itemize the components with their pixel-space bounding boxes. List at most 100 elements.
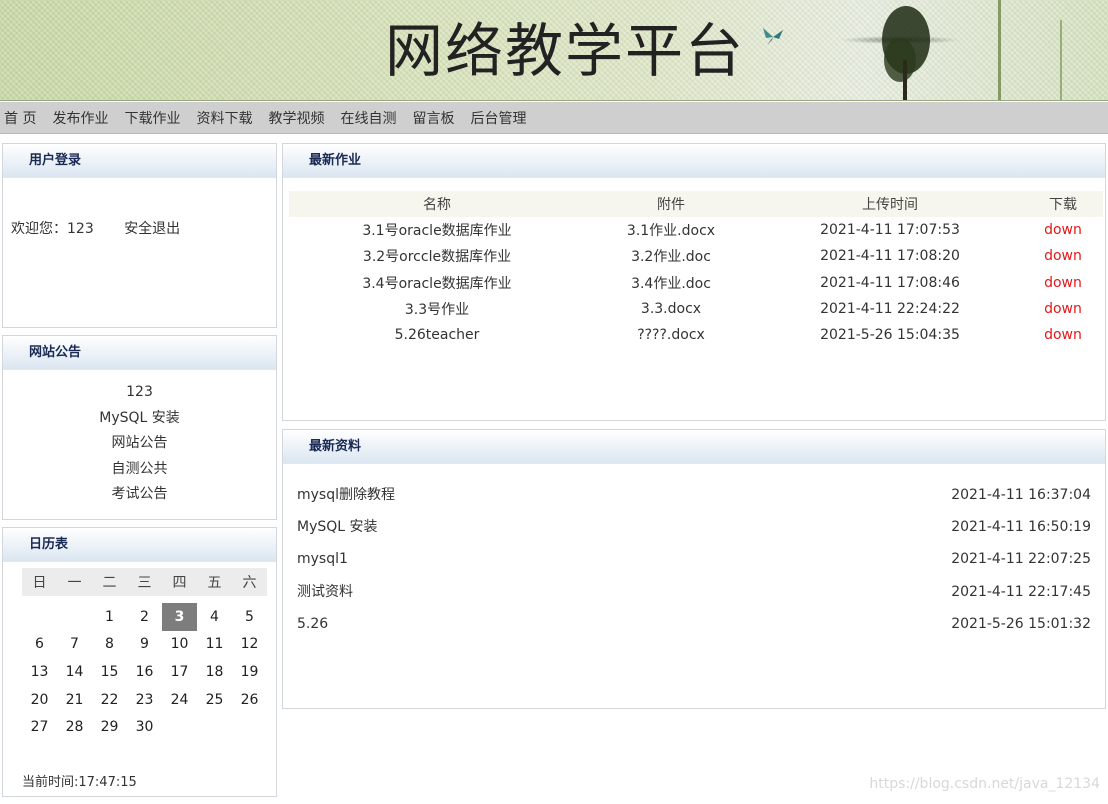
materials-panel-title: 最新资料 bbox=[283, 430, 1105, 464]
homework-header-row: 名称 附件 上传时间 下载 bbox=[289, 191, 1103, 217]
download-link[interactable]: down bbox=[1044, 327, 1082, 343]
calendar-day[interactable]: 23 bbox=[127, 686, 162, 714]
calendar-day[interactable]: 17 bbox=[162, 658, 197, 686]
calendar-week-row: 6 7 8 9 10 11 12 bbox=[22, 631, 267, 659]
notice-item[interactable]: 自测公共 bbox=[3, 457, 276, 483]
nav-publish-homework[interactable]: 发布作业 bbox=[52, 108, 108, 128]
column-header-download: 下载 bbox=[1023, 191, 1103, 217]
download-link[interactable]: down bbox=[1044, 222, 1082, 238]
calendar-day[interactable]: 1 bbox=[92, 603, 127, 631]
calendar-day[interactable]: 5 bbox=[232, 603, 267, 631]
homework-attachment: 3.2作业.doc bbox=[631, 249, 711, 266]
calendar-day[interactable]: 6 bbox=[22, 631, 57, 659]
calendar-day[interactable]: 25 bbox=[197, 686, 232, 714]
notice-item[interactable]: MySQL 安装 bbox=[3, 406, 276, 432]
calendar-day[interactable]: 27 bbox=[22, 713, 57, 741]
homework-row: 3.2号orccle数据库作业 3.2作业.doc 2021-4-11 17:08:… bbox=[289, 243, 1103, 269]
calendar-day[interactable]: 24 bbox=[162, 686, 197, 714]
login-panel-title: 用户登录 bbox=[3, 144, 276, 178]
watermark: https://blog.csdn.net/java_12134 bbox=[869, 776, 1100, 792]
homework-row: 3.1号oracle数据库作业 3.1作业.docx 2021-4-11 17:07… bbox=[289, 217, 1103, 243]
download-cell: down bbox=[1023, 322, 1103, 348]
homework-name: 3.4号oracle数据库作业 bbox=[362, 275, 512, 292]
calendar-weekday: 日 bbox=[22, 568, 57, 596]
nav-home[interactable]: 首 页 bbox=[4, 108, 36, 128]
calendar-day bbox=[197, 713, 232, 741]
calendar-weekday: 二 bbox=[92, 568, 127, 596]
current-time: 当前时间:17:47:15 bbox=[22, 775, 137, 790]
homework-name: 3.3号作业 bbox=[404, 302, 470, 319]
homework-upload-time: 2021-4-11 17:08:46 bbox=[820, 274, 960, 291]
welcome-text: 欢迎您：123 bbox=[11, 221, 94, 237]
calendar-panel: 日历表 日一二三四五六 1 2 3 4 5 6 7 8 9 10 11 12 13 14 15 16 17 18 1… bbox=[2, 527, 277, 797]
nav-download-homework[interactable]: 下载作业 bbox=[124, 108, 180, 128]
calendar-day[interactable]: 8 bbox=[92, 631, 127, 659]
calendar-day[interactable]: 10 bbox=[162, 631, 197, 659]
column-header-name: 名称 bbox=[289, 191, 585, 217]
calendar-panel-title: 日历表 bbox=[3, 528, 276, 562]
nav-online-test[interactable]: 在线自测 bbox=[340, 108, 396, 128]
calendar-day[interactable]: 21 bbox=[57, 686, 92, 714]
nav-teaching-video[interactable]: 教学视频 bbox=[268, 108, 324, 128]
calendar-day[interactable]: 19 bbox=[232, 658, 267, 686]
notice-item[interactable]: 网站公告 bbox=[3, 431, 276, 457]
calendar-day[interactable]: 28 bbox=[57, 713, 92, 741]
material-time: 2021-5-26 15:01:32 bbox=[951, 615, 1091, 632]
calendar-day[interactable]: 15 bbox=[92, 658, 127, 686]
calendar-day[interactable]: 20 bbox=[22, 686, 57, 714]
calendar-day[interactable]: 22 bbox=[92, 686, 127, 714]
homework-row: 3.3号作业 3.3.docx 2021-4-11 22:24:22 down bbox=[289, 296, 1103, 322]
calendar-day[interactable]: 14 bbox=[57, 658, 92, 686]
logout-link[interactable]: 安全退出 bbox=[124, 221, 180, 237]
calendar-day[interactable]: 29 bbox=[92, 713, 127, 741]
calendar-week-row: 27 28 29 30 bbox=[22, 713, 267, 741]
stem-decoration bbox=[998, 0, 1001, 100]
column-header-attachment: 附件 bbox=[585, 191, 757, 217]
calendar-day[interactable]: 4 bbox=[197, 603, 232, 631]
calendar-day[interactable]: 9 bbox=[127, 631, 162, 659]
notice-panel-title: 网站公告 bbox=[3, 336, 276, 370]
nav-material-download[interactable]: 资料下载 bbox=[196, 108, 252, 128]
nav-message-board[interactable]: 留言板 bbox=[412, 108, 454, 128]
homework-name: 5.26teacher bbox=[394, 327, 480, 344]
material-item: 5.26 2021-5-26 15:01:32 bbox=[297, 608, 1091, 640]
material-item: MySQL 安装 2021-4-11 16:50:19 bbox=[297, 511, 1091, 543]
notice-item[interactable]: 考试公告 bbox=[3, 482, 276, 508]
calendar-day bbox=[232, 713, 267, 741]
download-link[interactable]: down bbox=[1044, 301, 1082, 317]
homework-attachment: ????.docx bbox=[637, 327, 705, 344]
calendar-day-today[interactable]: 3 bbox=[162, 603, 197, 631]
calendar-day[interactable]: 26 bbox=[232, 686, 267, 714]
calendar-day[interactable]: 13 bbox=[22, 658, 57, 686]
material-name-link[interactable]: mysql删除教程 bbox=[297, 479, 395, 511]
notice-item[interactable]: 123 bbox=[3, 380, 276, 406]
notice-list: 123 MySQL 安装 网站公告 自测公共 考试公告 bbox=[3, 370, 276, 508]
download-link[interactable]: down bbox=[1044, 275, 1082, 291]
material-name-link[interactable]: MySQL 安装 bbox=[297, 511, 378, 543]
homework-name: 3.2号orccle数据库作业 bbox=[362, 249, 512, 266]
download-link[interactable]: down bbox=[1044, 248, 1082, 264]
calendar-day[interactable]: 2 bbox=[127, 603, 162, 631]
homework-rows: 3.1号oracle数据库作业 3.1作业.docx 2021-4-11 17:07… bbox=[289, 217, 1103, 348]
calendar-week-row: 12345 bbox=[22, 603, 267, 631]
nav-admin[interactable]: 后台管理 bbox=[470, 108, 526, 128]
homework-panel-title: 最新作业 bbox=[283, 144, 1105, 178]
calendar-day[interactable]: 12 bbox=[232, 631, 267, 659]
material-name-link[interactable]: 5.26 bbox=[297, 608, 328, 640]
calendar-day[interactable]: 7 bbox=[57, 631, 92, 659]
homework-row: 3.4号oracle数据库作业 3.4作业.doc 2021-4-11 17:08:… bbox=[289, 270, 1103, 296]
calendar-day[interactable]: 16 bbox=[127, 658, 162, 686]
calendar-day[interactable]: 18 bbox=[197, 658, 232, 686]
calendar-weekday: 三 bbox=[127, 568, 162, 596]
calendar-days: 1 2 3 4 5 6 7 8 9 10 11 12 13 14 15 16 17 18 19 20 21 22 23 24 2… bbox=[22, 596, 267, 741]
material-time: 2021-4-11 16:37:04 bbox=[951, 487, 1091, 503]
main-nav: 首 页 发布作业 下载作业 资料下载 教学视频 在线自测 留言板 后台管理 bbox=[0, 102, 1108, 134]
material-name-link[interactable]: mysql1 bbox=[297, 543, 348, 575]
material-item: mysql1 2021-4-11 22:07:25 bbox=[297, 543, 1091, 575]
calendar-day[interactable]: 11 bbox=[197, 631, 232, 659]
calendar-day bbox=[22, 603, 57, 631]
materials-list: mysql删除教程 2021-4-11 16:37:04 MySQL 安装 2021-… bbox=[283, 464, 1105, 640]
calendar-day[interactable]: 30 bbox=[127, 713, 162, 741]
homework-table: 名称 附件 上传时间 下载 3.1号oracle数据库作业 3.1作业.docx 2… bbox=[289, 191, 1103, 348]
material-name-link[interactable]: 测试资料 bbox=[297, 576, 353, 608]
